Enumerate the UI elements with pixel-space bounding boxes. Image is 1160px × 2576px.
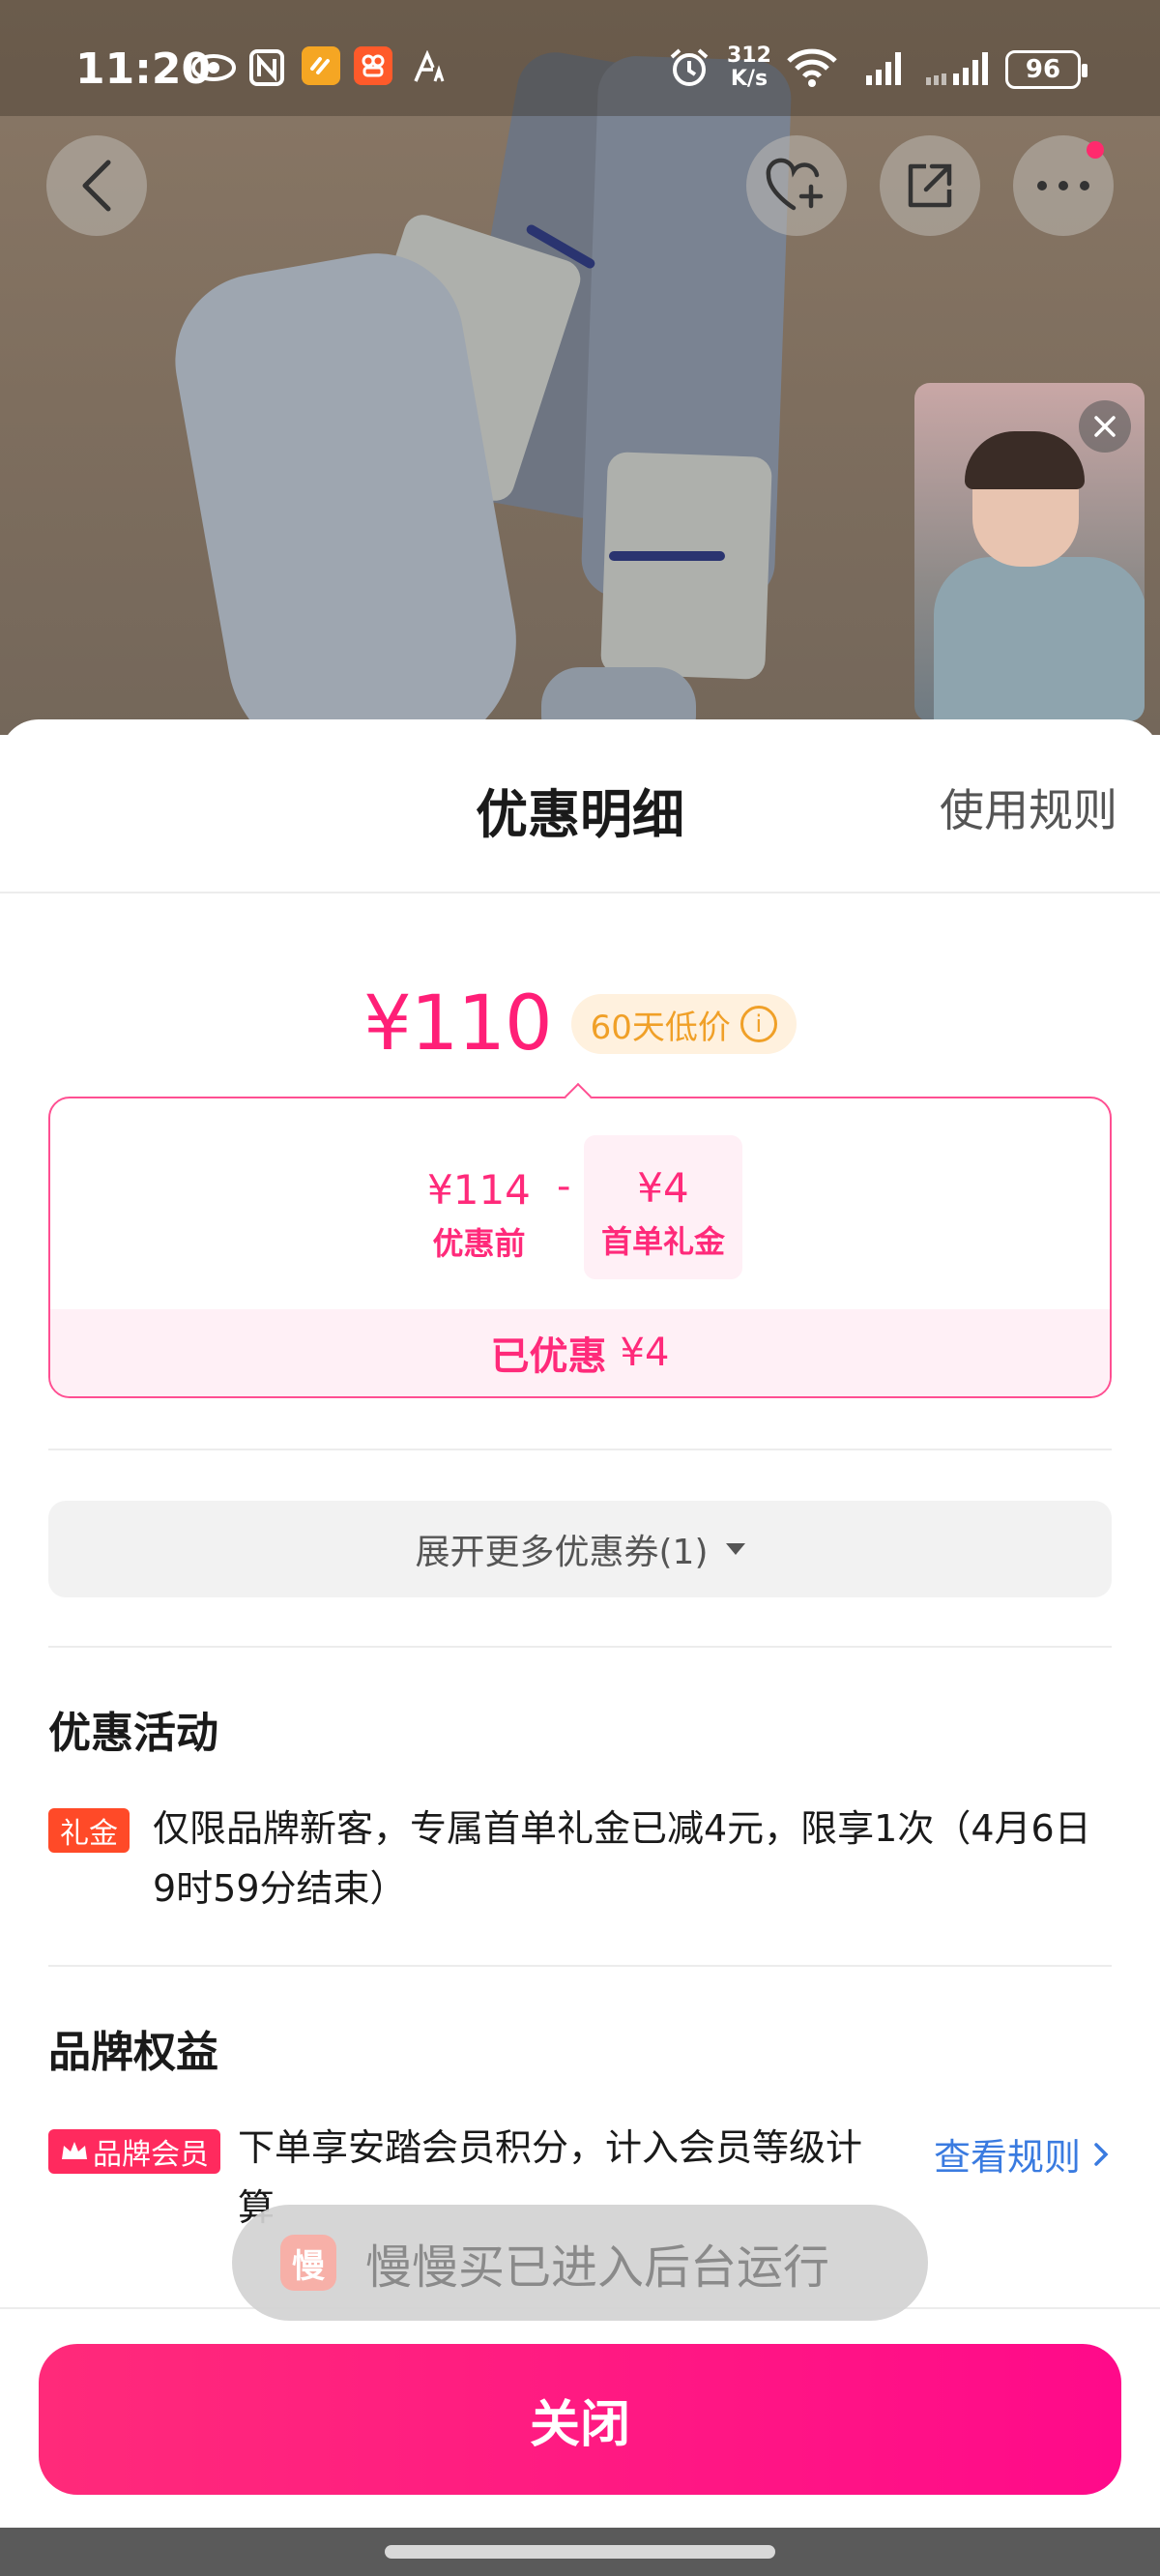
background-running-toast: 慢 慢慢买已进入后台运行 [232, 2205, 928, 2321]
original-price: ¥114 优惠前 [427, 1166, 531, 1264]
divider [48, 1449, 1112, 1450]
price-calculation-box: ¥114 优惠前 - ¥4 首单礼金 已优惠 ¥4 [48, 1097, 1112, 1398]
toast-text: 慢慢买已进入后台运行 [365, 2240, 830, 2295]
promotion-description: 仅限品牌新客，专属首单礼金已减4元，限享1次（4月6日 9时59分结束） [153, 1799, 1091, 1918]
view-rules-link[interactable]: 查看规则 [934, 2127, 1112, 2181]
net-speed-unit: K/s [730, 67, 768, 91]
expand-more-coupons-button[interactable]: 展开更多优惠券(1) [48, 1501, 1112, 1597]
app-badge-icon [302, 46, 340, 85]
share-icon [908, 163, 952, 208]
net-speed-value: 312 [727, 44, 771, 68]
low-price-badge[interactable]: 60天低价 i [570, 994, 797, 1054]
saved-label: 已优惠 [490, 1334, 607, 1379]
notification-dot [1087, 141, 1104, 159]
more-dots-icon [1037, 181, 1089, 190]
low-price-label: 60天低价 [590, 1008, 731, 1047]
signal-icon-2 [924, 46, 992, 89]
promotion-desc-line: 9时59分结束） [153, 1867, 407, 1910]
view-rules-label: 查看规则 [933, 2136, 1081, 2179]
app-logo-icon: 慢 [280, 2235, 336, 2291]
brand-member-label: 品牌会员 [93, 2138, 209, 2172]
live-video-window[interactable] [914, 383, 1145, 721]
signal-icon [864, 46, 909, 89]
sock-stripe [609, 551, 725, 561]
divider [48, 1965, 1112, 1967]
home-indicator[interactable] [385, 2545, 775, 2559]
original-price-label: 优惠前 [432, 1225, 526, 1262]
live-video-close-button[interactable] [1079, 400, 1131, 453]
brand-benefits-title: 品牌权益 [48, 2028, 218, 2077]
crown-icon [62, 2142, 87, 2159]
back-button[interactable] [46, 135, 147, 236]
chevron-right-icon [1094, 2142, 1109, 2166]
gift-label: 首单礼金 [601, 1223, 726, 1260]
gift-tag: 礼金 [48, 1808, 130, 1853]
brand-member-tag: 品牌会员 [48, 2129, 220, 2174]
alarm-icon [667, 46, 711, 89]
eye-icon [189, 46, 238, 89]
caret-down-icon [725, 1543, 745, 1555]
gift-amount: ¥4 [637, 1164, 689, 1212]
share-button[interactable] [880, 135, 980, 236]
font-icon [410, 46, 452, 89]
close-button[interactable]: 关闭 [39, 2344, 1121, 2495]
back-arrow-icon [82, 160, 111, 212]
live-host-body [934, 557, 1145, 721]
promotion-section-title: 优惠活动 [48, 1709, 218, 1758]
brand-desc-line: 下单享安踏会员积分，计入会员等级计 [238, 2126, 863, 2169]
nfc-icon [247, 46, 286, 89]
first-order-gift: ¥4 首单礼金 [584, 1135, 743, 1279]
close-icon [1094, 416, 1116, 437]
wifi-icon [785, 46, 839, 89]
expand-more-label: 展开更多优惠券(1) [415, 1533, 709, 1572]
status-bar: 11:20 312 K/s 96 [0, 0, 1160, 116]
final-price-row: ¥110 60天低价 i [0, 981, 1160, 1068]
divider [0, 892, 1160, 893]
usage-rules-link[interactable]: 使用规则 [940, 776, 1117, 839]
product-sock-right [600, 452, 772, 680]
favorite-button[interactable] [746, 135, 847, 236]
battery-indicator: 96 [1005, 50, 1088, 89]
minus-operator: - [557, 1164, 571, 1209]
heart-plus-icon [766, 158, 824, 211]
info-icon: i [740, 1006, 777, 1042]
net-speed: 312 K/s [727, 44, 771, 91]
live-host-hair [965, 431, 1085, 489]
final-price: ¥110 [363, 981, 553, 1068]
more-button[interactable] [1013, 135, 1114, 236]
total-saved: 已优惠 ¥4 [50, 1309, 1110, 1396]
divider [48, 1646, 1112, 1648]
app-badge-icon-2 [354, 46, 392, 85]
promotion-desc-line: 仅限品牌新客，专属首单礼金已减4元，限享1次（4月6日 [153, 1807, 1091, 1850]
original-price-amount: ¥114 [427, 1166, 531, 1214]
saved-amount: ¥4 [620, 1331, 670, 1375]
